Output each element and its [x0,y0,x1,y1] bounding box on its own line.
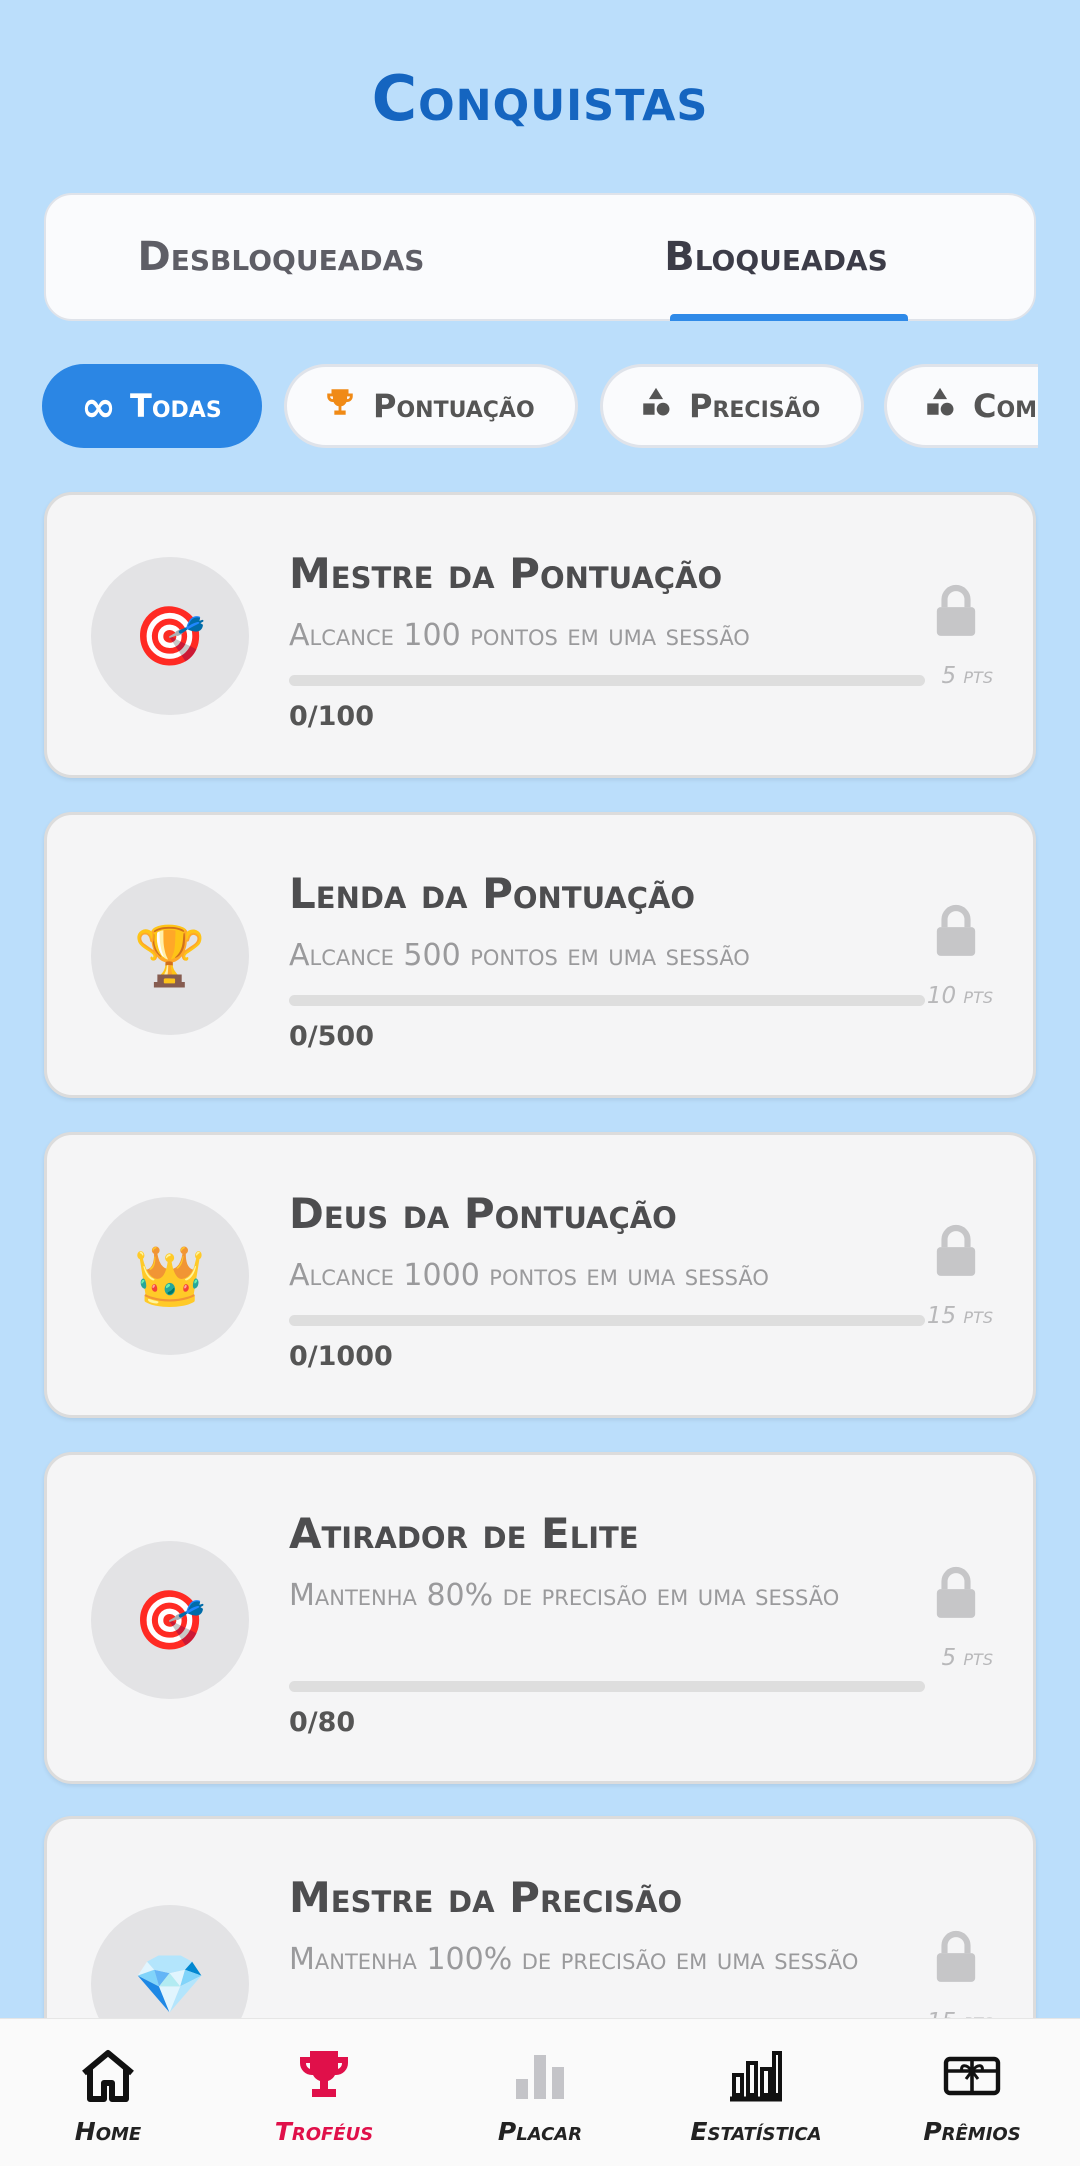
achievement-progress-text: 0/100 [289,701,375,732]
filter-chip-label: Com [973,387,1038,425]
achievement-progress-bar [289,1681,925,1692]
shapes-icon [923,385,957,428]
achievement-card[interactable]: 🎯 Atirador de Elite Mantenha 80% de prec… [44,1452,1036,1784]
leaderboard-icon [516,2055,564,2099]
trophy-icon [323,385,357,428]
nav-label: Home [74,2117,142,2146]
tab-bar: Desbloqueadas Bloqueadas [44,193,1036,321]
achievement-progress-text: 0/500 [289,1021,375,1052]
filter-chips: ∞ Todas Pontuação Precisão Com [42,364,1038,450]
filter-chip-todas[interactable]: ∞ Todas [42,364,262,448]
lock-icon [936,1931,976,1982]
crown-icon: 👑 [91,1197,249,1355]
trophy-icon [300,2051,348,2097]
achievement-description: Alcance 100 pontos em uma sessão [289,618,750,653]
filter-chip-pontuacao[interactable]: Pontuação [284,364,578,448]
filter-chip-com[interactable]: Com [884,364,1038,448]
achievement-progress-bar [289,675,925,686]
achievement-card[interactable]: 🏆 Lenda da Pontuação Alcance 500 pontos … [44,812,1036,1098]
bar-chart-icon [730,2051,782,2102]
achievement-description: Alcance 500 pontos em uma sessão [289,938,750,973]
infinity-icon: ∞ [81,381,116,431]
lock-icon [936,1567,976,1618]
achievement-title: Mestre da Pontuação [289,549,723,598]
achievement-card[interactable]: 👑 Deus da Pontuação Alcance 1000 pontos … [44,1132,1036,1418]
lock-icon [936,1225,976,1276]
achievement-progress-text: 0/80 [289,1707,356,1738]
achievement-points: 15 pts [926,1303,993,1329]
lock-icon [936,585,976,636]
nav-estatistica[interactable]: Estatística [648,2019,864,2166]
nav-label: Prêmios [923,2117,1021,2146]
trophy-icon: 🏆 [91,877,249,1035]
home-icon [82,2050,134,2102]
achievement-title: Lenda da Pontuação [289,869,696,918]
nav-label: Estatística [690,2117,822,2146]
nav-trofeus[interactable]: Troféus [216,2019,432,2166]
target-icon: 🎯 [91,557,249,715]
achievement-progress-bar [289,1315,925,1326]
achievement-description: Alcance 1000 pontos em uma sessão [289,1258,769,1293]
achievement-title: Atirador de Elite [289,1509,639,1558]
nav-label: Placar [497,2117,583,2146]
achievement-progress-text: 0/1000 [289,1341,393,1372]
filter-chip-precisao[interactable]: Precisão [600,364,864,448]
nav-placar[interactable]: Placar [432,2019,648,2166]
filter-chip-label: Precisão [689,387,821,425]
achievement-points: 10 pts [926,983,993,1009]
nav-home[interactable]: Home [0,2019,216,2166]
achievement-title: Deus da Pontuação [289,1189,677,1238]
filter-chip-label: Todas [130,387,222,425]
nav-premios[interactable]: Prêmios [864,2019,1080,2166]
target-icon: 🎯 [91,1541,249,1699]
tab-active-indicator [670,314,908,321]
filter-chip-label: Pontuação [373,387,535,425]
tab-bloqueadas[interactable]: Bloqueadas [616,195,936,319]
tab-desbloqueadas[interactable]: Desbloqueadas [106,195,456,319]
achievement-title: Mestre da Precisão [289,1873,683,1922]
lock-icon [936,905,976,956]
bottom-navigation: Home Troféus Placar Estatística Prêmios [0,2018,1080,2166]
page-title: Conquistas [371,62,709,135]
shapes-icon [639,385,673,428]
achievement-points: 5 pts [941,663,993,689]
achievement-progress-bar [289,995,925,1006]
achievement-description: Mantenha 80% de precisão em uma sessão [289,1578,840,1613]
achievement-card[interactable]: 🎯 Mestre da Pontuação Alcance 100 pontos… [44,492,1036,778]
achievement-description: Mantenha 100% de precisão em uma sessão [289,1942,859,1977]
achievement-points: 5 pts [941,1645,993,1671]
gift-card-icon [943,2056,1001,2096]
nav-label: Troféus [274,2117,374,2146]
